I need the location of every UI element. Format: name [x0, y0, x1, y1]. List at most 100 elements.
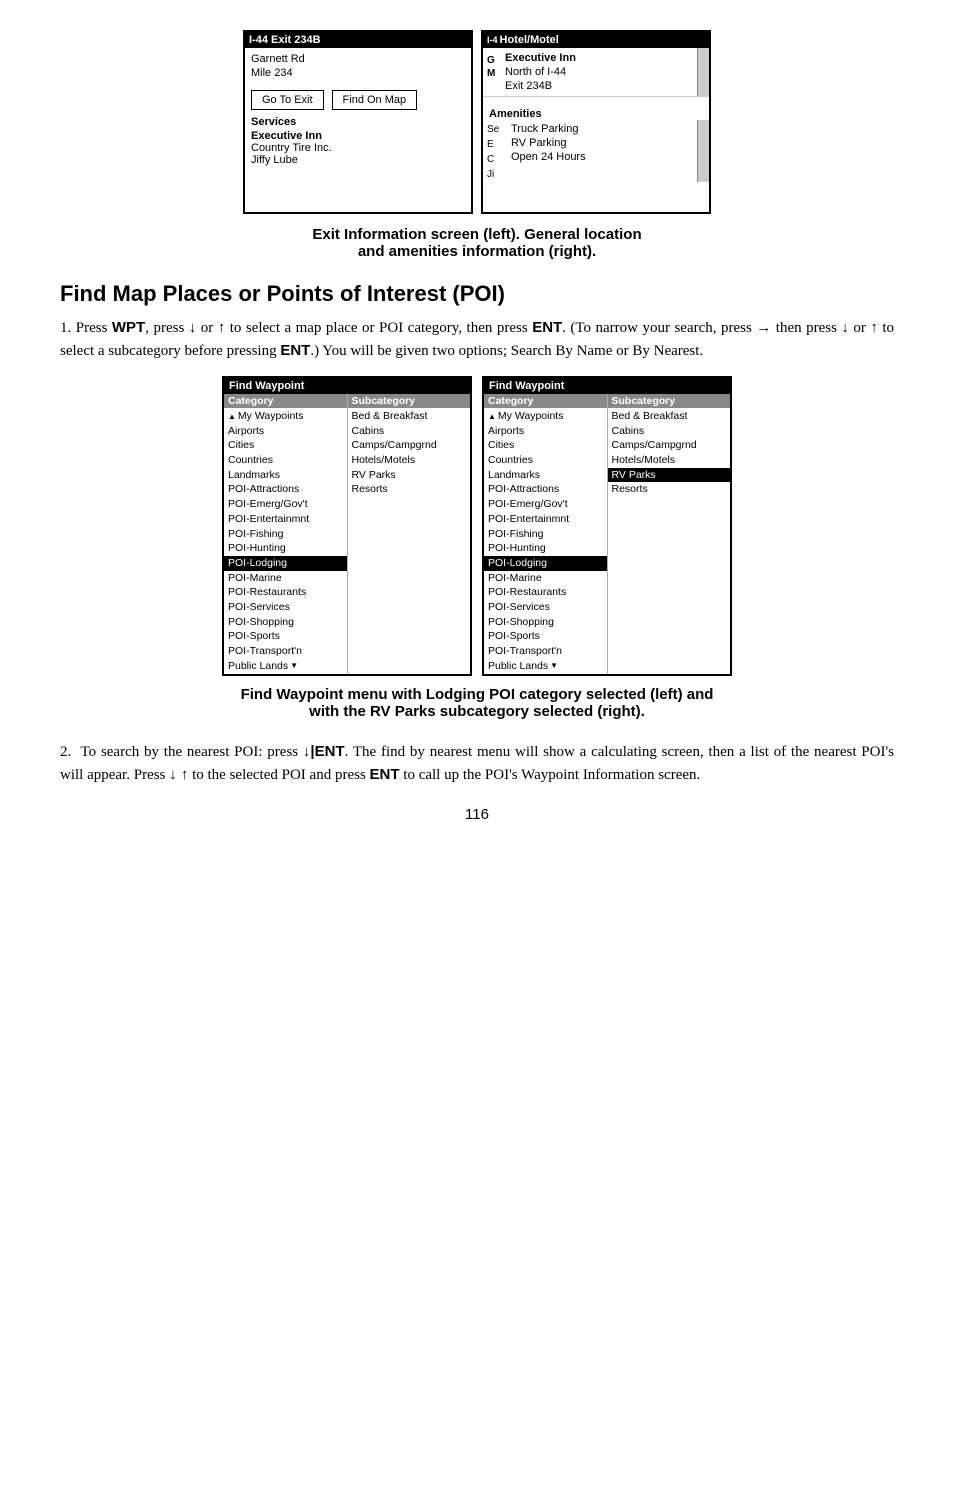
wp-right-item-6: POI-Emerg/Gov't [484, 497, 607, 512]
wp-right-item-8: POI-Fishing [484, 527, 607, 542]
service-item-3: Jiffy Lube [251, 154, 465, 166]
wp-left-item-2: Cities [224, 438, 347, 453]
wp-right-sub-2: Camps/Campgrnd [608, 438, 731, 453]
wp-left-item-0: ▲My Waypoints [224, 409, 347, 424]
wp-left-sub-2: Camps/Campgrnd [348, 438, 471, 453]
scroll-up-arrow-r: ▲ [488, 411, 496, 422]
wp-left-col1-header: Category [224, 394, 347, 408]
wp-right-item-10: POI-Lodging [484, 556, 607, 571]
right-screen-icons: G M [483, 48, 501, 96]
left-exit-screen: I-44 Exit 234B Garnett Rd Mile 234 Go To… [243, 30, 473, 214]
right-screen-scrollbar [697, 48, 709, 96]
wp-left-item-6: POI-Emerg/Gov't [224, 497, 347, 512]
wp-left-item-10: POI-Lodging [224, 556, 347, 571]
caption-bottom: Find Waypoint menu with Lodging POI cate… [60, 686, 894, 720]
right-icon-m: M [483, 67, 501, 80]
scroll-up-arrow: ▲ [228, 411, 236, 422]
right-screen-subtitle: Hotel/Motel [500, 34, 559, 46]
wp-right-item-7: POI-Entertainmnt [484, 512, 607, 527]
wp-left-sub-0: Bed & Breakfast [348, 409, 471, 424]
wp-left-sub-1: Cabins [348, 424, 471, 439]
wp-left-sub-4: RV Parks [348, 468, 471, 483]
wp-right-col2-items: Bed & Breakfast Cabins Camps/Campgrnd Ho… [608, 408, 731, 498]
wp-left-panel: Find Waypoint Category ▲My Waypoints Air… [222, 376, 472, 676]
wp-right-item-2: Cities [484, 438, 607, 453]
wp-right-item-11: POI-Marine [484, 571, 607, 586]
wp-left-sub-3: Hotels/Motels [348, 453, 471, 468]
right-amenities-icons: Se E C Ji [483, 120, 505, 182]
wp-left-col2-items: Bed & Breakfast Cabins Camps/Campgrnd Ho… [348, 408, 471, 498]
wp-right-panel: Find Waypoint Category ▲My Waypoints Air… [482, 376, 732, 676]
amenity-icon-2: E [487, 137, 505, 152]
wp-right-sub-4: RV Parks [608, 468, 731, 483]
amenity-icon-1: Se [487, 122, 505, 137]
left-screen-line-1: Garnett Rd [251, 52, 465, 66]
caption-bottom-line1: Find Waypoint menu with Lodging POI cate… [60, 686, 894, 703]
wp-left-item-9: POI-Hunting [224, 541, 347, 556]
wp-right-sub-3: Hotels/Motels [608, 453, 731, 468]
right-amenities-body: Se E C Ji Truck Parking RV Parking Open … [483, 120, 709, 182]
right-screen-title-bar: I-4 Hotel/Motel [483, 32, 709, 48]
wp-right-item-1: Airports [484, 424, 607, 439]
left-services-label: Services [245, 114, 471, 128]
find-on-map-button[interactable]: Find On Map [332, 90, 418, 110]
wp-left-item-14: POI-Shopping [224, 615, 347, 630]
wp-left-col2-header: Subcategory [348, 394, 471, 408]
amenity-item-3: Open 24 Hours [511, 150, 691, 164]
wp-left-col1-items: ▲My Waypoints Airports Cities Countries … [224, 408, 347, 674]
wp-right-item-9: POI-Hunting [484, 541, 607, 556]
scroll-down-arrow-r: ▼ [550, 660, 558, 671]
wp-right-item-15: POI-Sports [484, 629, 607, 644]
waypoint-panels-row: Find Waypoint Category ▲My Waypoints Air… [60, 376, 894, 676]
wp-right-sub-0: Bed & Breakfast [608, 409, 731, 424]
amenity-icon-4: Ji [487, 167, 505, 182]
wp-left-sub-5: Resorts [348, 482, 471, 497]
caption-top-line1: Exit Information screen (left). General … [60, 226, 894, 243]
wp-left-item-1: Airports [224, 424, 347, 439]
caption-top: Exit Information screen (left). General … [60, 226, 894, 260]
right-screen-title-prefix: I-4 [487, 35, 498, 45]
right-screen-location-body: G M Executive Inn North of I-44 Exit 234… [483, 48, 709, 96]
wp-left-item-3: Countries [224, 453, 347, 468]
service-item-2: Country Tire Inc. [251, 142, 465, 154]
wp-right-item-16: POI-Transport'n [484, 644, 607, 659]
wp-right-col1-items: ▲My Waypoints Airports Cities Countries … [484, 408, 607, 674]
wp-right-item-17: Public Lands▼ [484, 659, 607, 674]
location-line-1: Executive Inn [505, 51, 693, 65]
left-screen-title: I-44 Exit 234B [249, 34, 321, 46]
wp-right-sub-1: Cabins [608, 424, 731, 439]
wp-left-body: Category ▲My Waypoints Airports Cities C… [224, 394, 470, 674]
wp-left-col2: Subcategory Bed & Breakfast Cabins Camps… [348, 394, 471, 674]
wp-left-item-7: POI-Entertainmnt [224, 512, 347, 527]
wp-left-item-5: POI-Attractions [224, 482, 347, 497]
left-screen-buttons: Go To Exit Find On Map [245, 84, 471, 114]
wp-right-sub-5: Resorts [608, 482, 731, 497]
caption-bottom-line2: with the RV Parks subcategory selected (… [60, 703, 894, 720]
wp-left-item-11: POI-Marine [224, 571, 347, 586]
left-services-list: Executive Inn Country Tire Inc. Jiffy Lu… [245, 128, 471, 172]
service-item-1: Executive Inn [251, 130, 465, 142]
wp-right-item-0: ▲My Waypoints [484, 409, 607, 424]
wp-left-item-13: POI-Services [224, 600, 347, 615]
left-screen-title-bar: I-44 Exit 234B [245, 32, 471, 48]
go-to-exit-button[interactable]: Go To Exit [251, 90, 324, 110]
amenity-item-1: Truck Parking [511, 122, 691, 136]
wp-right-item-14: POI-Shopping [484, 615, 607, 630]
wp-right-item-3: Countries [484, 453, 607, 468]
location-line-2: North of I-44 [505, 65, 693, 79]
top-screens-row: I-44 Exit 234B Garnett Rd Mile 234 Go To… [60, 30, 894, 214]
wp-left-item-12: POI-Restaurants [224, 585, 347, 600]
left-screen-body: Garnett Rd Mile 234 [245, 48, 471, 84]
right-exit-screen: I-4 Hotel/Motel G M Executive Inn North … [481, 30, 711, 214]
wp-left-col1: Category ▲My Waypoints Airports Cities C… [224, 394, 348, 674]
wp-right-item-12: POI-Restaurants [484, 585, 607, 600]
body-text-2: 2. To search by the nearest POI: press ↓… [60, 741, 894, 786]
scroll-down-arrow: ▼ [290, 660, 298, 671]
wp-right-item-13: POI-Services [484, 600, 607, 615]
left-screen-line-2: Mile 234 [251, 66, 465, 80]
right-amenities-label: Amenities [483, 106, 709, 120]
right-screen-location-content: Executive Inn North of I-44 Exit 234B [501, 48, 697, 96]
body-text-1: 1. Press WPT, press ↓ or ↑ to select a m… [60, 317, 894, 362]
wp-left-item-8: POI-Fishing [224, 527, 347, 542]
location-line-3: Exit 234B [505, 79, 693, 93]
